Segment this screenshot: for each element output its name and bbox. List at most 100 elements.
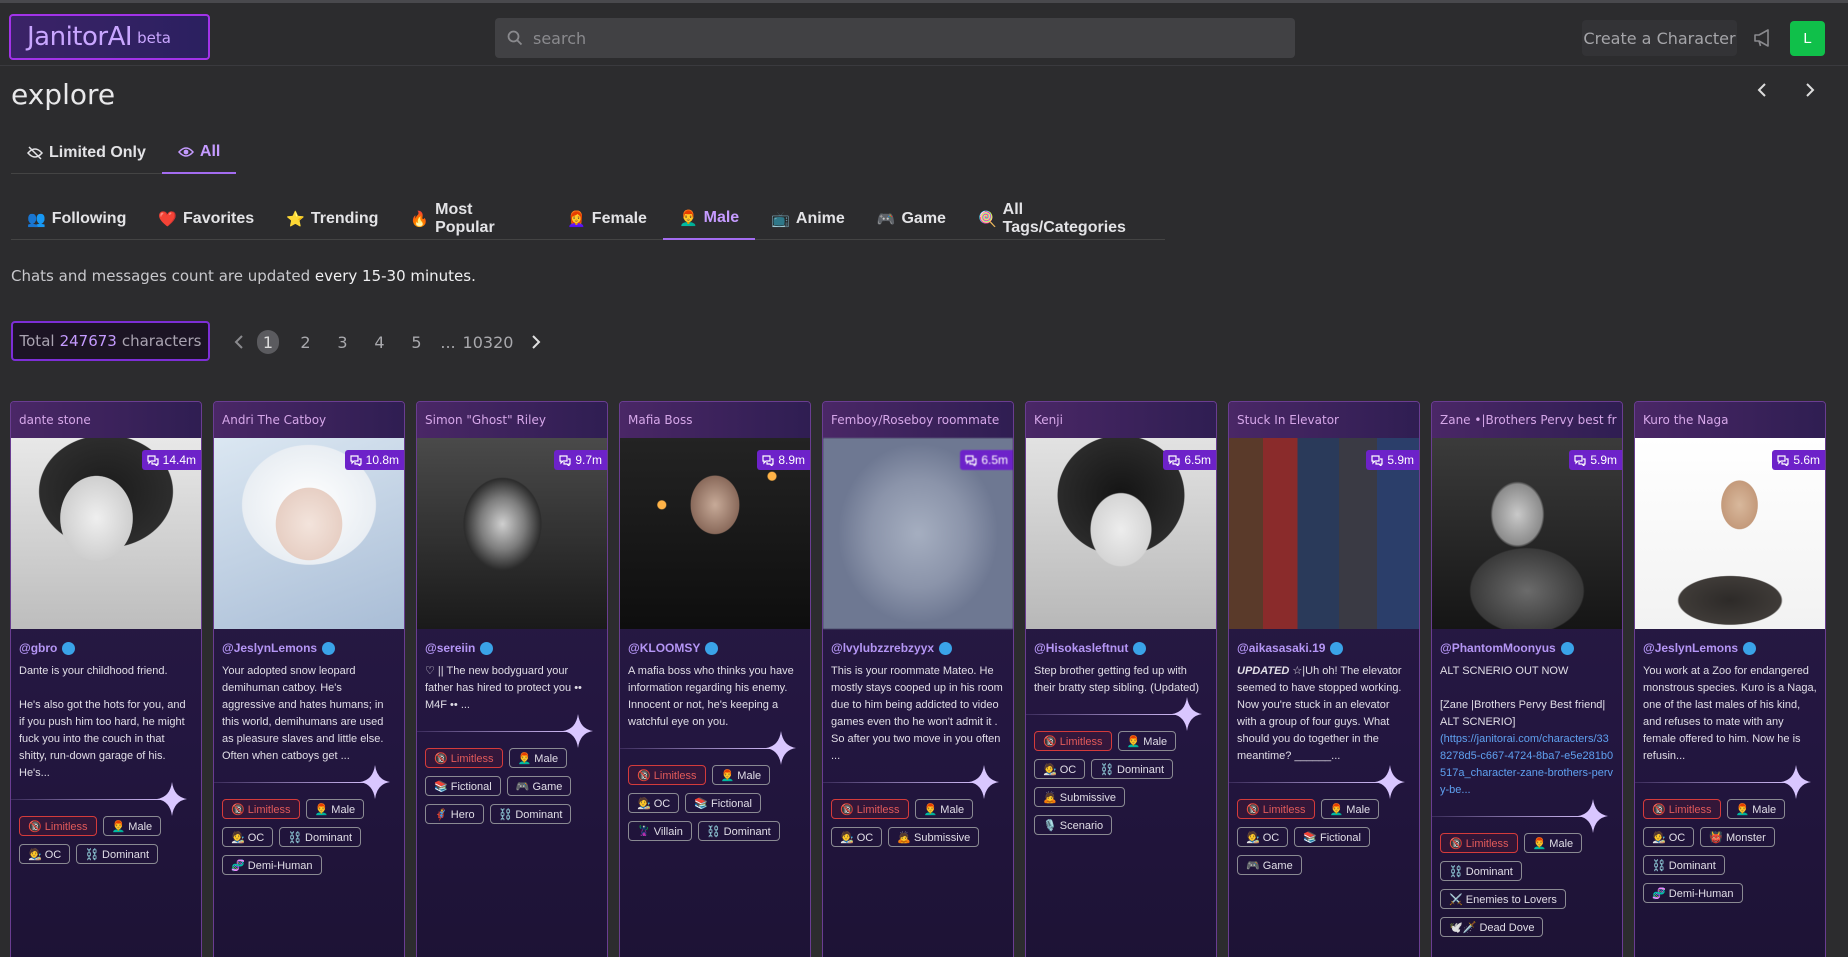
tag-chip[interactable]: ⛓️ Dominant — [1091, 759, 1174, 779]
tag-chip[interactable]: 🧑‍🎨 OC — [1237, 827, 1289, 847]
card-title[interactable]: Kenji — [1026, 402, 1216, 438]
tag-chip[interactable]: 🧑‍🎨 OC — [19, 844, 71, 864]
character-image[interactable]: 8.9m — [620, 438, 810, 629]
tag-chip[interactable]: 🔞 Limitless — [19, 816, 97, 836]
tag-chip[interactable]: 🦸 Hero — [425, 804, 484, 824]
character-card[interactable]: Kuro the Naga 5.6m @JeslynLemons You work a… — [1634, 401, 1826, 957]
create-character-button[interactable]: Create a Character — [1582, 20, 1737, 56]
tag-chip[interactable]: 👨‍🦰 Male — [711, 765, 771, 785]
tag-chip[interactable]: 🔞 Limitless — [425, 748, 503, 768]
tag-chip[interactable]: 🔞 Limitless — [1237, 799, 1315, 819]
tag-chip[interactable]: 🎮 Game — [506, 776, 572, 796]
author-name[interactable]: @KLOOMSY — [628, 641, 700, 655]
tag-chip[interactable]: 🧬 Demi-Human — [1643, 883, 1743, 903]
tag-chip[interactable]: 👨‍🦰 Male — [914, 799, 974, 819]
character-image[interactable]: 14.4m — [11, 438, 201, 629]
page-last[interactable]: 10320 — [461, 333, 515, 352]
tag-chip[interactable]: ⛓️ Dominant — [76, 844, 159, 864]
author-link[interactable]: @aikasasaki.19 — [1229, 629, 1419, 655]
page-3[interactable]: 3 — [324, 333, 361, 352]
author-link[interactable]: @gbro — [11, 629, 201, 655]
tag-chip[interactable]: ⛓️ Dominant — [1440, 861, 1522, 881]
card-title[interactable]: Kuro the Naga — [1635, 402, 1825, 438]
tag-chip[interactable]: 🧑‍🎨 OC — [628, 793, 680, 813]
tag-chip[interactable]: 🦹 Villain — [628, 821, 692, 841]
author-link[interactable]: @sereiin — [417, 629, 607, 655]
tag-chip[interactable]: 👨‍🦰 Male — [102, 816, 162, 836]
character-image[interactable]: 5.6m — [1635, 438, 1825, 629]
tag-chip[interactable]: 👨‍🦰 Male — [1523, 833, 1583, 853]
character-image[interactable]: 10.8m — [214, 438, 404, 629]
tag-chip[interactable]: 🧑‍🎨 OC — [1034, 759, 1086, 779]
tag-chip[interactable]: 👹 Monster — [1700, 827, 1775, 847]
author-link[interactable]: @lvylubzzrebzyyx — [823, 629, 1013, 655]
tag-chip[interactable]: 🔞 Limitless — [628, 765, 706, 785]
page-1[interactable]: 1 — [257, 330, 279, 354]
tab-male[interactable]: 👨‍🦰 Male — [662, 198, 756, 240]
character-card[interactable]: Zane •|Brothers Pervy best fr 5.9m @Phanto… — [1431, 401, 1623, 957]
author-name[interactable]: @Hisokasleftnut — [1034, 641, 1128, 655]
author-link[interactable]: @JeslynLemons — [214, 629, 404, 655]
chevron-left-icon[interactable] — [1752, 80, 1772, 100]
tag-chip[interactable]: 🔞 Limitless — [1643, 799, 1721, 819]
tab-limited-only[interactable]: Limited Only — [11, 132, 162, 174]
search-input[interactable] — [533, 28, 1233, 48]
pagination-next[interactable] — [525, 331, 547, 353]
tab-most-popular[interactable]: 🔥 Most Popular — [394, 198, 551, 240]
tag-chip[interactable]: 🧑‍🎨 OC — [1643, 827, 1695, 847]
card-title[interactable]: Andri The Catboy — [214, 402, 404, 438]
character-card[interactable]: Simon "Ghost" Riley 9.7m @sereiin ♡ || The … — [416, 401, 608, 957]
megaphone-icon[interactable] — [1752, 27, 1774, 49]
tag-chip[interactable]: 🙇 Submissive — [1034, 787, 1125, 807]
tag-chip[interactable]: 🎮 Game — [1237, 855, 1302, 875]
tag-chip[interactable]: 👨‍🦰 Male — [1726, 799, 1786, 819]
tag-chip[interactable]: 🔞 Limitless — [222, 799, 300, 819]
author-name[interactable]: @aikasasaki.19 — [1237, 641, 1325, 655]
tab-female[interactable]: 👩‍🦰 Female — [551, 198, 663, 240]
card-title[interactable]: Femboy/Roseboy roommate — [823, 402, 1013, 438]
character-card[interactable]: dante stone 14.4m @gbro Dante is your child… — [10, 401, 202, 957]
card-title[interactable]: dante stone — [11, 402, 201, 438]
tag-chip[interactable]: 🙇 Submissive — [888, 827, 980, 847]
tag-chip[interactable]: 🧬 Demi-Human — [222, 855, 322, 875]
character-image[interactable]: 9.7m — [417, 438, 607, 629]
character-card[interactable]: Stuck In Elevator 5.9m @aikasasaki.19 UPDAT… — [1228, 401, 1420, 957]
character-link[interactable]: (https://janitorai.com/characters/338278… — [1440, 733, 1613, 796]
author-name[interactable]: @PhantomMoonyus — [1440, 641, 1556, 655]
character-card[interactable]: Kenji 6.5m @Hisokasleftnut Step brother get… — [1025, 401, 1217, 957]
tag-chip[interactable]: ⛓️ Dominant — [489, 804, 572, 824]
card-title[interactable]: Zane •|Brothers Pervy best fr — [1432, 402, 1622, 438]
author-name[interactable]: @gbro — [19, 641, 57, 655]
card-title[interactable]: Simon "Ghost" Riley — [417, 402, 607, 438]
tag-chip[interactable]: 🔞 Limitless — [1034, 731, 1112, 751]
character-image[interactable]: 6.5m — [823, 438, 1013, 629]
character-card[interactable]: Femboy/Roseboy roommate 6.5m @lvylubzzrebz… — [822, 401, 1014, 957]
tag-chip[interactable]: 👨‍🦰 Male — [1117, 731, 1177, 751]
tag-chip[interactable]: ⚔️ Enemies to Lovers — [1440, 889, 1566, 909]
tab-all-tags[interactable]: 🍭 All Tags/Categories — [962, 198, 1165, 240]
tag-chip[interactable]: ⛓️ Dominant — [697, 821, 780, 841]
tag-chip[interactable]: ⛓️ Dominant — [1643, 855, 1725, 875]
author-link[interactable]: @Hisokasleftnut — [1026, 629, 1216, 655]
tag-chip[interactable]: 🔞 Limitless — [831, 799, 909, 819]
tab-favorites[interactable]: ❤️ Favorites — [142, 198, 270, 240]
tag-chip[interactable]: 📚 Fictional — [685, 793, 761, 813]
user-avatar[interactable]: L — [1790, 21, 1825, 56]
tag-chip[interactable]: 👨‍🦰 Male — [508, 748, 568, 768]
tag-chip[interactable]: 👨‍🦰 Male — [305, 799, 365, 819]
character-image[interactable]: 6.5m — [1026, 438, 1216, 629]
author-name[interactable]: @JeslynLemons — [222, 641, 317, 655]
author-link[interactable]: @KLOOMSY — [620, 629, 810, 655]
author-name[interactable]: @JeslynLemons — [1643, 641, 1738, 655]
janitorai-logo[interactable]: JanitorAI beta — [9, 14, 210, 60]
chevron-right-icon[interactable] — [1800, 80, 1820, 100]
tag-chip[interactable]: 🕊️🗡️ Dead Dove — [1440, 917, 1544, 937]
page-2[interactable]: 2 — [287, 333, 324, 352]
author-link[interactable]: @JeslynLemons — [1635, 629, 1825, 655]
tag-chip[interactable]: 📚 Fictional — [425, 776, 501, 796]
page-4[interactable]: 4 — [361, 333, 398, 352]
author-link[interactable]: @PhantomMoonyus — [1432, 629, 1622, 655]
character-image[interactable]: 5.9m — [1432, 438, 1622, 629]
author-name[interactable]: @lvylubzzrebzyyx — [831, 641, 934, 655]
card-title[interactable]: Stuck In Elevator — [1229, 402, 1419, 438]
